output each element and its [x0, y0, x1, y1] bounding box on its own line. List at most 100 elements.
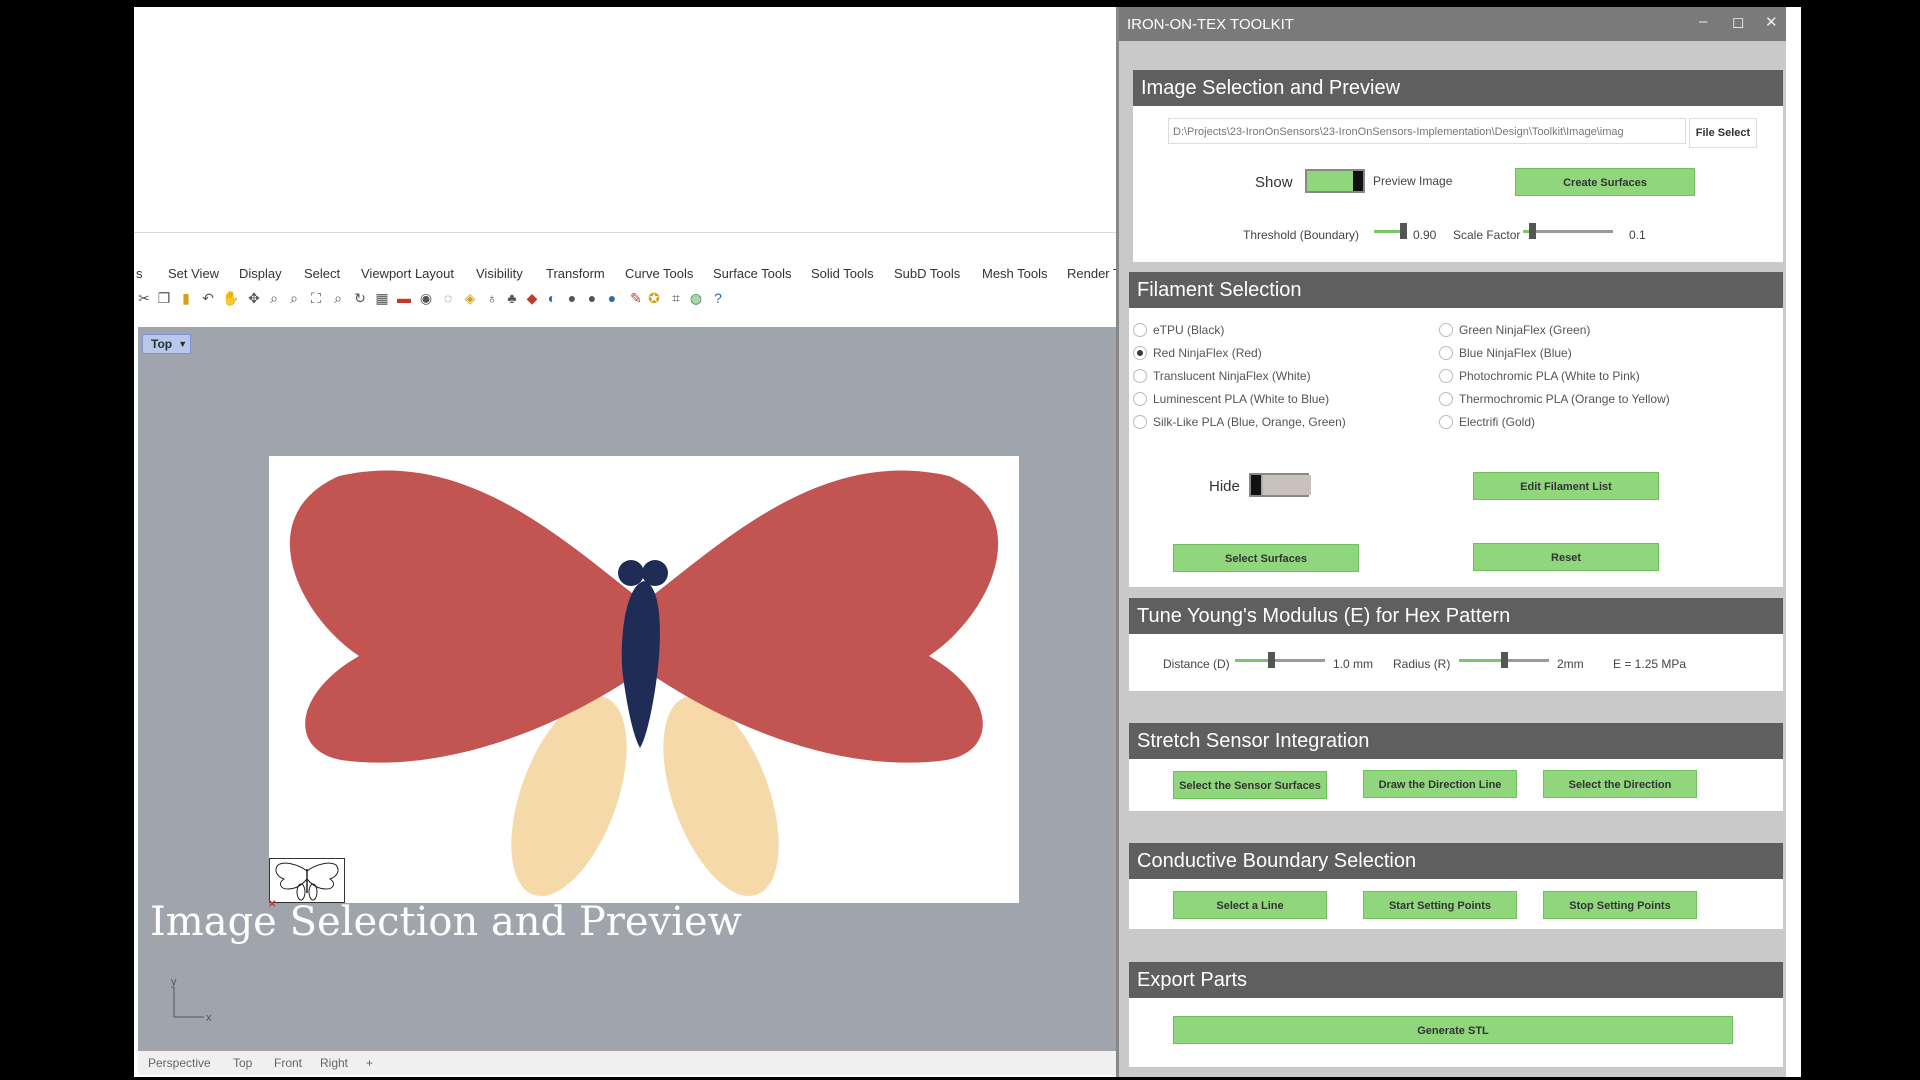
butterfly-thumbnail[interactable]	[269, 858, 345, 903]
paste-icon[interactable]: ▮	[178, 290, 194, 306]
filament-option-label: Electrifi (Gold)	[1459, 415, 1536, 429]
tab-top[interactable]: Top	[233, 1056, 252, 1070]
select-line-button[interactable]: Select a Line	[1173, 891, 1327, 919]
export-parts-section: Export Parts Generate STL	[1129, 962, 1783, 1067]
edit-filament-list-button[interactable]: Edit Filament List	[1473, 472, 1659, 500]
light-icon[interactable]: ♁	[484, 290, 500, 306]
select-direction-button[interactable]: Select the Direction	[1543, 770, 1697, 798]
head-left	[618, 560, 644, 586]
line-icon[interactable]: ▬	[396, 290, 412, 306]
scale-factor-slider[interactable]	[1523, 221, 1613, 241]
filament-radio[interactable]	[1439, 346, 1453, 360]
file-select-button[interactable]: File Select	[1689, 118, 1757, 148]
material-icon[interactable]: ◆	[524, 290, 540, 306]
shaded-sphere-icon[interactable]: ●	[584, 290, 600, 306]
zoom-extents-icon[interactable]: ⛶	[308, 290, 324, 306]
layer-icon[interactable]: ◈	[462, 290, 478, 306]
zoom-icon[interactable]: ⌕	[266, 290, 282, 306]
filament-selection-section: Filament Selection Hide Edit Filament Li…	[1129, 272, 1783, 587]
filament-option-label: Red NinjaFlex (Red)	[1153, 346, 1262, 360]
youngs-modulus-section: Tune Young's Modulus (E) for Hex Pattern…	[1129, 598, 1783, 691]
menu-item-select[interactable]: Select	[304, 266, 340, 281]
settings-icon[interactable]: ✪	[646, 290, 662, 306]
tab-front[interactable]: Front	[274, 1056, 302, 1070]
filament-radio[interactable]	[1439, 415, 1453, 429]
top-viewport[interactable]: Top ▼ ✕ Image Selection and Preview y x	[138, 327, 1123, 1051]
preview-toggle[interactable]	[1305, 169, 1365, 193]
panel-titlebar: IRON-ON-TEX TOOLKIT – ◻ ✕	[1119, 7, 1786, 41]
image-path-field[interactable]: D:\Projects\23-IronOnSensors\23-IronOnSe…	[1168, 118, 1686, 144]
grid-icon[interactable]: ▦	[374, 290, 390, 306]
filament-radio[interactable]	[1439, 392, 1453, 406]
filament-radio[interactable]	[1133, 369, 1147, 383]
filament-radio[interactable]	[1133, 323, 1147, 337]
viewport-title-tab[interactable]: Top ▼	[142, 334, 192, 354]
zoom-selected-icon[interactable]: ⌕	[330, 290, 346, 306]
rotate-view-icon[interactable]: ↻	[352, 290, 368, 306]
lock-icon[interactable]: ◌	[440, 290, 456, 306]
color-wheel-icon[interactable]: ◐	[544, 290, 560, 306]
zoom-window-icon[interactable]: ⌕	[286, 290, 302, 306]
filament-option-label: Thermochromic PLA (Orange to Yellow)	[1459, 392, 1670, 406]
copy-icon[interactable]: ❐	[156, 290, 172, 306]
tab-perspective[interactable]: Perspective	[148, 1056, 211, 1070]
analyze-icon[interactable]: ✎	[628, 290, 644, 306]
filament-radio[interactable]	[1439, 369, 1453, 383]
filament-radio[interactable]	[1133, 415, 1147, 429]
radius-slider[interactable]	[1459, 650, 1549, 670]
menu-item-visibility[interactable]: Visibility	[476, 266, 523, 281]
help-icon[interactable]: ?	[710, 290, 726, 306]
menu-item-surface-tools[interactable]: Surface Tools	[713, 266, 792, 281]
close-icon[interactable]: ✕	[1765, 13, 1778, 31]
threshold-value: 0.90	[1413, 228, 1437, 242]
butterfly-body	[621, 581, 660, 748]
create-surfaces-button[interactable]: Create Surfaces	[1515, 168, 1695, 196]
hide-icon[interactable]: ◉	[418, 290, 434, 306]
undo-icon[interactable]: ↶	[200, 290, 216, 306]
hide-toggle[interactable]	[1249, 473, 1311, 497]
properties-icon[interactable]: ♣	[504, 290, 520, 306]
menu-item-solid-tools[interactable]: Solid Tools	[811, 266, 874, 281]
menu-item-curve-tools[interactable]: Curve Tools	[625, 266, 693, 281]
filament-radio[interactable]	[1133, 346, 1147, 360]
threshold-slider[interactable]	[1374, 221, 1407, 241]
menu-item-viewport-layout[interactable]: Viewport Layout	[361, 266, 454, 281]
section-heading: Stretch Sensor Integration	[1129, 723, 1783, 759]
threshold-label: Threshold (Boundary)	[1243, 228, 1360, 242]
minimize-icon[interactable]: –	[1699, 13, 1707, 30]
menu-item-mesh-tools[interactable]: Mesh Tools	[982, 266, 1048, 281]
snap-icon[interactable]: ⌗	[668, 290, 684, 306]
rendered-sphere-icon[interactable]: ●	[604, 290, 620, 306]
menu-item-subd-tools[interactable]: SubD Tools	[894, 266, 960, 281]
pan-icon[interactable]: ✋	[222, 290, 239, 306]
stop-setting-points-button[interactable]: Stop Setting Points	[1543, 891, 1697, 919]
section-heading: Tune Young's Modulus (E) for Hex Pattern	[1129, 598, 1783, 634]
hide-label: Hide	[1209, 478, 1240, 495]
maximize-icon[interactable]: ◻	[1732, 13, 1744, 31]
select-surfaces-button[interactable]: Select Surfaces	[1173, 544, 1359, 572]
panel-title: IRON-ON-TEX TOOLKIT	[1127, 16, 1294, 33]
scale-factor-value: 0.1	[1629, 228, 1646, 242]
globe-icon[interactable]: ◍	[688, 290, 704, 306]
cut-icon[interactable]: ✂	[136, 290, 152, 306]
menu-item[interactable]: s	[136, 266, 143, 281]
filament-radio[interactable]	[1439, 323, 1453, 337]
reset-button[interactable]: Reset	[1473, 543, 1659, 571]
select-sensor-surfaces-button[interactable]: Select the Sensor Surfaces	[1173, 771, 1327, 799]
chevron-down-icon[interactable]: ▼	[178, 335, 187, 353]
distance-slider[interactable]	[1235, 650, 1325, 670]
viewport-tabs: Perspective Top Front Right +	[138, 1051, 1123, 1075]
move-view-icon[interactable]: ✥	[246, 290, 262, 306]
menu-item-transform[interactable]: Transform	[546, 266, 605, 281]
add-tab-icon[interactable]: +	[366, 1056, 373, 1070]
generate-stl-button[interactable]: Generate STL	[1173, 1016, 1733, 1044]
draw-direction-line-button[interactable]: Draw the Direction Line	[1363, 770, 1517, 798]
menu-item-display[interactable]: Display	[239, 266, 282, 281]
image-preview-canvas[interactable]	[269, 456, 1019, 903]
filament-radio[interactable]	[1133, 392, 1147, 406]
menu-item-set-view[interactable]: Set View	[168, 266, 219, 281]
tab-right[interactable]: Right	[320, 1056, 348, 1070]
start-setting-points-button[interactable]: Start Setting Points	[1363, 891, 1517, 919]
filament-option-label: Photochromic PLA (White to Pink)	[1459, 369, 1640, 383]
render-sphere-icon[interactable]: ●	[564, 290, 580, 306]
